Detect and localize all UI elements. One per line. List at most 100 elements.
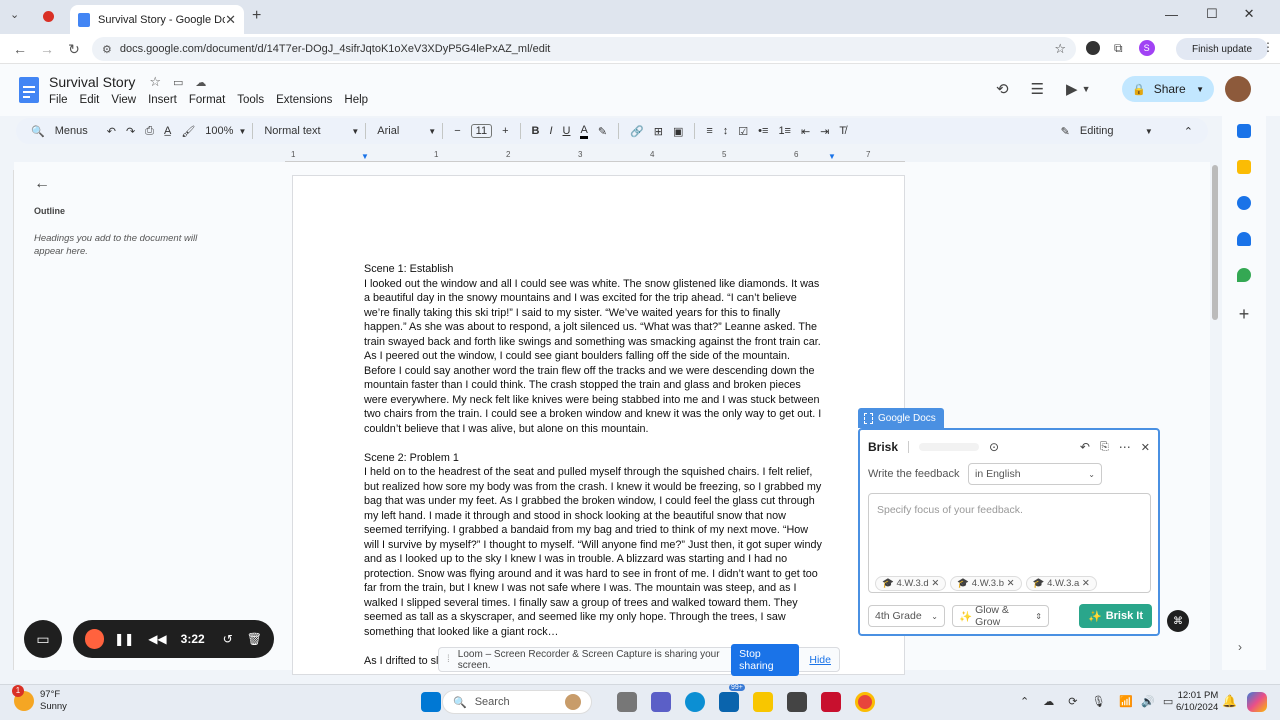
right-indent-marker-icon[interactable]: ▼	[828, 152, 836, 161]
battery-icon[interactable]: ▭	[1163, 695, 1173, 708]
doc-scrollbar[interactable]	[1212, 165, 1218, 320]
move-folder-icon[interactable]: ▭	[173, 76, 183, 89]
document-line[interactable]: Scene 2: Problem 1	[364, 451, 834, 466]
docs-logo-icon[interactable]	[19, 77, 39, 103]
file-explorer-icon[interactable]	[753, 692, 773, 712]
teams-icon[interactable]	[651, 692, 671, 712]
document-line[interactable]: Scene 1: Establish	[364, 262, 834, 277]
undo-icon[interactable]: ↶	[107, 125, 116, 138]
forward-icon[interactable]: →	[37, 39, 57, 59]
redo-icon[interactable]: ↷	[126, 125, 135, 138]
copilot-icon[interactable]	[1247, 692, 1267, 712]
comments-icon[interactable]: ☰	[1031, 80, 1044, 98]
style-select[interactable]: Normal text	[264, 125, 346, 137]
document-title[interactable]: Survival Story	[49, 74, 135, 90]
align-icon[interactable]: ≡	[706, 125, 712, 137]
wifi-icon[interactable]: 📶	[1119, 695, 1133, 708]
standard-chip[interactable]: 🎓 4.W.3.a ✕	[1025, 576, 1097, 591]
maximize-icon[interactable]: ☐	[1206, 6, 1218, 22]
weather-widget[interactable]: 1 97°F Sunny	[12, 685, 67, 713]
document-line[interactable]: I held on to the headrest of the seat an…	[364, 465, 834, 480]
mail-icon[interactable]: 99+	[719, 684, 745, 712]
volume-icon[interactable]: 🔊	[1141, 695, 1155, 708]
standard-chip[interactable]: 🎓 4.W.3.d ✕	[875, 576, 947, 591]
font-select[interactable]: Arial	[377, 125, 423, 137]
zoom-dropdown-icon[interactable]: ▼	[238, 127, 246, 136]
highlight-icon[interactable]: ✎	[598, 125, 607, 138]
insert-image-icon[interactable]: ▣	[673, 125, 683, 138]
menu-tools[interactable]: Tools	[237, 94, 264, 106]
document-line[interactable]: a beautiful day in the snowy mountains a…	[364, 291, 834, 306]
decrease-font-icon[interactable]: −	[454, 125, 460, 137]
language-select[interactable]: in English ⌄	[968, 463, 1102, 485]
version-history-icon[interactable]: ⟲	[996, 80, 1009, 98]
menu-help[interactable]: Help	[344, 94, 368, 106]
restart-icon[interactable]: ↺	[223, 632, 233, 646]
brisk-selector[interactable]	[919, 443, 980, 451]
menu-insert[interactable]: Insert	[148, 94, 177, 106]
menu-file[interactable]: File	[49, 94, 68, 106]
checklist-icon[interactable]: ☑	[738, 125, 748, 138]
drag-handle-icon[interactable]: ⁞	[447, 654, 450, 665]
reload-icon[interactable]: ↻	[64, 39, 84, 59]
undo-brisk-icon[interactable]: ↶	[1080, 440, 1090, 454]
attach-icon[interactable]: ⎘	[1100, 441, 1109, 454]
address-bar[interactable]: ⚙ docs.google.com/document/d/14T7er-DOgJ…	[92, 37, 1076, 61]
more-options-icon[interactable]: ⋯	[1119, 440, 1131, 454]
decrease-indent-icon[interactable]: ⇤	[801, 125, 810, 138]
back-icon[interactable]: ←	[10, 39, 30, 59]
notification-bell-icon[interactable]: 🔔	[1222, 694, 1237, 708]
document-line[interactable]: we’re finally taking this ski trip!” I s…	[364, 306, 834, 321]
loom-camera-button[interactable]: ▭	[24, 620, 62, 658]
document-line[interactable]: Before I could say another word the trai…	[364, 364, 834, 379]
delete-icon[interactable]: 🗑	[247, 632, 262, 646]
menu-extensions[interactable]: Extensions	[276, 94, 332, 106]
increase-font-icon[interactable]: +	[502, 125, 508, 137]
task-view-icon[interactable]	[617, 692, 637, 712]
menu-format[interactable]: Format	[189, 94, 225, 106]
keep-icon[interactable]	[1237, 160, 1251, 174]
document-line[interactable]: As I peered out the window, I could see …	[364, 349, 834, 364]
document-line[interactable]: but realized how sore my body was from t…	[364, 480, 834, 495]
bulleted-list-icon[interactable]: •≡	[758, 125, 768, 137]
document-line[interactable]: two chairs from the train. I could see a…	[364, 407, 834, 422]
store-icon[interactable]	[787, 692, 807, 712]
expand-panel-icon[interactable]: ›	[1238, 640, 1242, 654]
document-line[interactable]: happen.” As she was about to respond, a …	[364, 320, 834, 335]
grade-select[interactable]: 4th Grade ⌄	[868, 605, 945, 627]
bookmark-star-icon[interactable]: ☆	[1054, 41, 1066, 57]
menu-edit[interactable]: Edit	[80, 94, 100, 106]
document-line[interactable]: train swayed back and forth like swings …	[364, 335, 834, 350]
meet-icon[interactable]: ▶	[1066, 80, 1078, 98]
text-color-icon[interactable]: A	[580, 124, 588, 139]
onedrive-icon[interactable]: ☁	[1043, 695, 1054, 708]
maps-icon[interactable]	[1237, 268, 1251, 282]
standard-chip[interactable]: 🎓 4.W.3.b ✕	[950, 576, 1022, 591]
document-line[interactable]: and as I looked up to the sky I knew I w…	[364, 552, 834, 567]
increase-indent-icon[interactable]: ⇥	[820, 125, 829, 138]
document-body[interactable]: Scene 1: Establish I looked out the windo…	[364, 262, 834, 668]
user-avatar[interactable]	[1225, 76, 1251, 102]
add-addon-icon[interactable]: +	[1222, 304, 1266, 325]
sync-icon[interactable]: ⟳	[1068, 695, 1077, 708]
print-icon[interactable]: ⎙	[145, 125, 154, 138]
close-outline-icon[interactable]: ←	[34, 175, 50, 193]
bold-icon[interactable]: B	[532, 125, 540, 137]
star-icon[interactable]: ☆	[149, 74, 161, 90]
clock[interactable]: 12:01 PM 6/10/2024	[1176, 690, 1218, 714]
document-line[interactable]: something that looked like a giant rock…	[364, 625, 834, 640]
document-line[interactable]: protection. Snow was flying around and i…	[364, 567, 834, 582]
style-dropdown-icon[interactable]: ▼	[351, 127, 359, 136]
stop-sharing-button[interactable]: Stop sharing	[731, 643, 800, 676]
stop-recording-button[interactable]	[85, 629, 105, 649]
font-dropdown-icon[interactable]: ▼	[428, 127, 436, 136]
close-brisk-icon[interactable]: ✕	[1141, 441, 1150, 454]
document-line[interactable]: mountain faster than I could think. The …	[364, 378, 834, 393]
document-line[interactable]: I looked out the window and all I could …	[364, 277, 834, 292]
microphone-icon[interactable]: 🎙	[1091, 695, 1105, 708]
document-line[interactable]: bag that was under my feet. As I grabbed…	[364, 494, 834, 509]
spellcheck-icon[interactable]: A̲	[164, 125, 171, 137]
rewind-icon[interactable]: ◀◀	[148, 632, 166, 646]
mode-dropdown-icon[interactable]: ▼	[1145, 127, 1153, 136]
new-tab-icon[interactable]: +	[252, 7, 261, 25]
